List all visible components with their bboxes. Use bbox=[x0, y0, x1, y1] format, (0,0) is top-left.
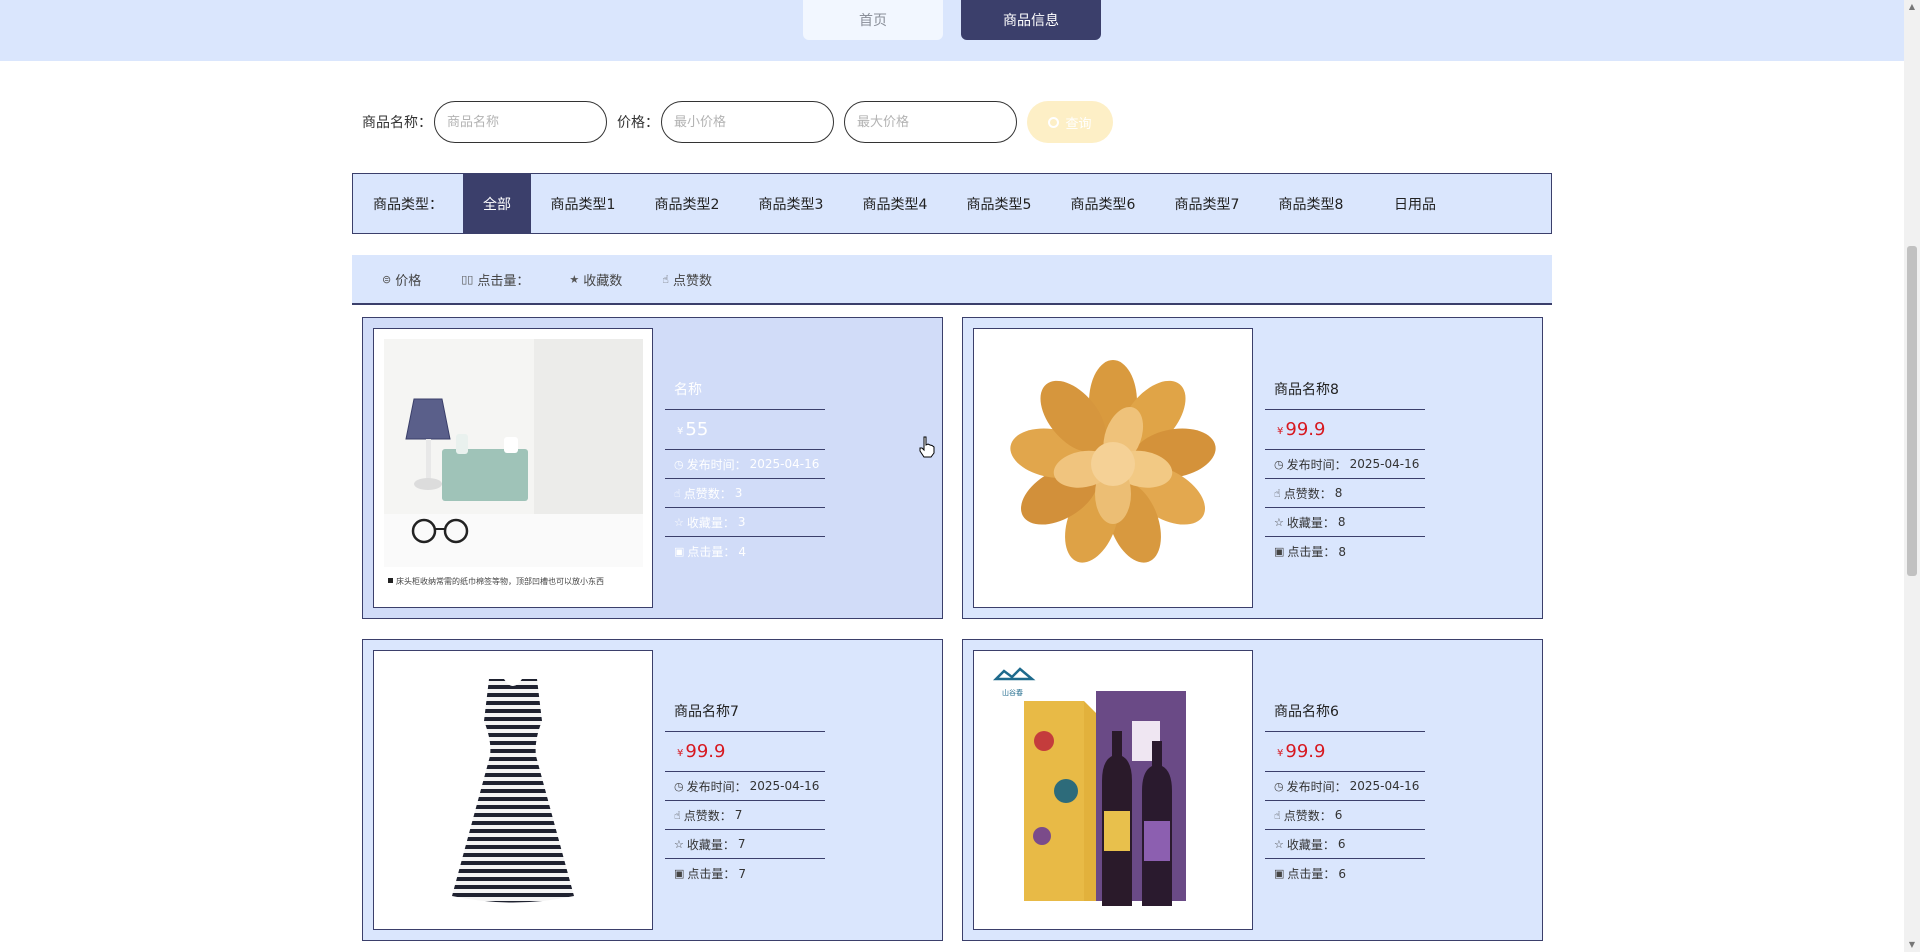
product-image[interactable]: 床头柜收纳常需的纸巾棉签等物，顶部凹槽也可以放小东西 bbox=[373, 328, 653, 608]
likes-count: ☝ 点赞数： 3 bbox=[665, 479, 825, 508]
sort-clicks[interactable]: ▯▯ 点击量： bbox=[461, 270, 529, 289]
vertical-scrollbar[interactable]: ▲ ▼ bbox=[1904, 0, 1920, 952]
name-input[interactable] bbox=[434, 101, 607, 143]
product-name: 商品名称6 bbox=[1265, 700, 1425, 732]
sort-likes[interactable]: ☝ 点赞数 bbox=[662, 270, 712, 289]
product-card[interactable]: 商品名称8 ¥99.9 ◷ 发布时间： 2025-04-16 ☝ 点赞数： 8 ☆ 收藏量… bbox=[962, 317, 1543, 619]
dried-seafood-image bbox=[984, 339, 1243, 598]
max-price-input[interactable] bbox=[844, 101, 1017, 143]
product-info: 商品名称6 ¥99.9 ◷ 发布时间： 2025-04-16 ☝ 点赞数： 6 ☆ 收藏量… bbox=[1265, 700, 1425, 888]
wine-gift-box-image: 山谷春 bbox=[984, 661, 1243, 920]
thumbs-up-icon: ☝ bbox=[662, 272, 669, 286]
book-icon: ▯▯ bbox=[461, 272, 474, 286]
likes-count: ☝ 点赞数： 7 bbox=[665, 801, 825, 830]
product-price: ¥99.9 bbox=[1265, 732, 1425, 772]
category-type-2[interactable]: 商品类型2 bbox=[635, 174, 739, 233]
product-card[interactable]: 山谷春 商品名称6 ¥99.9 ◷ 发布时间： 2025-04-16 ☝ 点赞数： 6 … bbox=[962, 639, 1543, 941]
query-button[interactable]: 查询 bbox=[1027, 101, 1113, 143]
publish-time: ◷ 发布时间： 2025-04-16 bbox=[1265, 772, 1425, 801]
product-image[interactable] bbox=[373, 650, 653, 930]
min-price-input[interactable] bbox=[661, 101, 834, 143]
hand-cursor-icon bbox=[919, 436, 935, 458]
book-icon: ▣ bbox=[1274, 867, 1285, 880]
clicks-count: ▣ 点击量： 6 bbox=[1274, 866, 1347, 882]
lamp-shelf-image: 床头柜收纳常需的纸巾棉签等物，顶部凹槽也可以放小东西 bbox=[384, 339, 643, 598]
book-icon: ▣ bbox=[674, 867, 685, 880]
category-type-6[interactable]: 商品类型6 bbox=[1051, 174, 1155, 233]
sort-favorites[interactable]: ★ 收藏数 bbox=[569, 270, 622, 289]
category-bar: 商品类型： 全部 商品类型1 商品类型2 商品类型3 商品类型4 商品类型5 商… bbox=[352, 173, 1552, 234]
brand-text: 山谷春 bbox=[1002, 688, 1023, 697]
clock-icon: ◷ bbox=[674, 457, 684, 471]
clock-icon: ◷ bbox=[1274, 779, 1284, 793]
star-icon: ☆ bbox=[1274, 837, 1284, 851]
category-label: 商品类型： bbox=[373, 196, 443, 213]
star-icon: ☆ bbox=[1274, 515, 1284, 529]
book-icon: ▣ bbox=[674, 545, 685, 558]
search-row: 商品名称： 价格： 查询 bbox=[362, 101, 1113, 143]
striped-dress-image bbox=[384, 661, 643, 920]
scroll-thumb[interactable] bbox=[1907, 246, 1917, 576]
product-info: 名称 ¥55 ◷ 发布时间： 2025-04-16 ☝ 点赞数： 3 ☆ 收藏量： 3 ▣ 点… bbox=[665, 378, 825, 566]
product-price: ¥99.9 bbox=[665, 732, 825, 772]
star-icon: ☆ bbox=[674, 515, 684, 529]
price-icon: ⊜ bbox=[382, 272, 392, 286]
nav-tab-home[interactable]: 首页 bbox=[803, 0, 943, 40]
likes-count: ☝ 点赞数： 8 bbox=[1265, 479, 1425, 508]
book-icon: ▣ bbox=[1274, 545, 1285, 558]
category-type-8[interactable]: 商品类型8 bbox=[1259, 174, 1363, 233]
product-card[interactable]: 商品名称7 ¥99.9 ◷ 发布时间： 2025-04-16 ☝ 点赞数： 7 ☆ 收藏量… bbox=[362, 639, 943, 941]
publish-time: ◷ 发布时间： 2025-04-16 bbox=[665, 772, 825, 801]
scroll-down-icon[interactable]: ▼ bbox=[1904, 938, 1920, 952]
clicks-count: ▣ 点击量： 8 bbox=[1274, 544, 1347, 560]
thumbs-up-icon: ☝ bbox=[674, 486, 681, 500]
clicks-count: ▣ 点击量： 7 bbox=[674, 866, 747, 882]
thumbs-up-icon: ☝ bbox=[1274, 808, 1281, 822]
favorites-count: ☆ 收藏量： 6 bbox=[1265, 830, 1425, 859]
publish-time: ◷ 发布时间： 2025-04-16 bbox=[1265, 450, 1425, 479]
product-image[interactable]: 山谷春 bbox=[973, 650, 1253, 930]
favorites-count: ☆ 收藏量： 8 bbox=[1265, 508, 1425, 537]
product-price: ¥99.9 bbox=[1265, 410, 1425, 450]
product-price: ¥55 bbox=[665, 410, 825, 450]
sort-price[interactable]: ⊜ 价格 bbox=[382, 270, 421, 289]
price-label: 价格： bbox=[617, 115, 659, 131]
category-daily[interactable]: 日用品 bbox=[1363, 174, 1467, 233]
publish-time: ◷ 发布时间： 2025-04-16 bbox=[665, 450, 825, 479]
category-type-7[interactable]: 商品类型7 bbox=[1155, 174, 1259, 233]
star-icon: ★ bbox=[569, 272, 580, 286]
top-nav: 首页 商品信息 bbox=[0, 0, 1904, 61]
clock-icon: ◷ bbox=[1274, 457, 1284, 471]
clicks-count: ▣ 点击量： 4 bbox=[674, 544, 747, 560]
product-info: 商品名称8 ¥99.9 ◷ 发布时间： 2025-04-16 ☝ 点赞数： 8 ☆ 收藏量… bbox=[1265, 378, 1425, 566]
search-icon bbox=[1048, 116, 1060, 128]
favorites-count: ☆ 收藏量： 3 bbox=[665, 508, 825, 537]
product-name: 名称 bbox=[665, 378, 825, 410]
nav-tab-goods[interactable]: 商品信息 bbox=[961, 0, 1101, 40]
product-image[interactable] bbox=[973, 328, 1253, 608]
sort-bar: ⊜ 价格 ▯▯ 点击量： ★ 收藏数 ☝ 点赞数 bbox=[352, 255, 1552, 305]
name-label: 商品名称： bbox=[362, 115, 432, 131]
category-type-3[interactable]: 商品类型3 bbox=[739, 174, 843, 233]
query-button-label: 查询 bbox=[1065, 115, 1092, 131]
category-all[interactable]: 全部 bbox=[463, 174, 531, 233]
likes-count: ☝ 点赞数： 6 bbox=[1265, 801, 1425, 830]
product-card[interactable]: 床头柜收纳常需的纸巾棉签等物，顶部凹槽也可以放小东西 名称 ¥55 ◷ 发布时间：… bbox=[362, 317, 943, 619]
scroll-up-icon[interactable]: ▲ bbox=[1904, 0, 1920, 14]
thumbs-up-icon: ☝ bbox=[1274, 486, 1281, 500]
product-name: 商品名称7 bbox=[665, 700, 825, 732]
category-type-4[interactable]: 商品类型4 bbox=[843, 174, 947, 233]
thumbs-up-icon: ☝ bbox=[674, 808, 681, 822]
favorites-count: ☆ 收藏量： 7 bbox=[665, 830, 825, 859]
category-type-5[interactable]: 商品类型5 bbox=[947, 174, 1051, 233]
category-type-1[interactable]: 商品类型1 bbox=[531, 174, 635, 233]
image-caption: 床头柜收纳常需的纸巾棉签等物，顶部凹槽也可以放小东西 bbox=[396, 576, 604, 586]
product-info: 商品名称7 ¥99.9 ◷ 发布时间： 2025-04-16 ☝ 点赞数： 7 ☆ 收藏量… bbox=[665, 700, 825, 888]
clock-icon: ◷ bbox=[674, 779, 684, 793]
product-name: 商品名称8 bbox=[1265, 378, 1425, 410]
star-icon: ☆ bbox=[674, 837, 684, 851]
